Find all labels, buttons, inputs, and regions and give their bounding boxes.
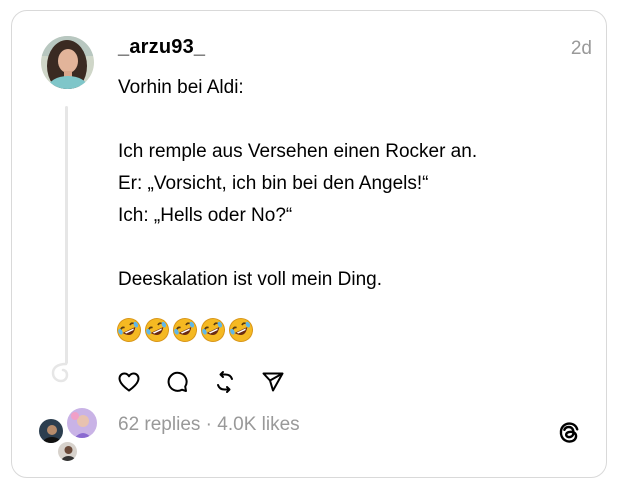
action-bar — [116, 367, 308, 397]
emoji-row — [116, 317, 254, 349]
post-line: Deeskalation ist voll mein Ding. — [118, 269, 383, 290]
thread-loop-icon — [51, 362, 69, 383]
author-username[interactable]: _arzu93_ — [118, 36, 205, 59]
post-timestamp[interactable]: 2d — [571, 38, 592, 60]
post-line: Vorhin bei Aldi: — [118, 77, 244, 98]
send-icon — [262, 372, 284, 392]
thread-line — [65, 106, 68, 364]
post-stats: 62 replies · 4.0K likes — [118, 414, 300, 436]
post-line: Er: „Vorsicht, ich bin bei den Angels!“ — [118, 173, 429, 194]
post-text: Vorhin bei Aldi: Ich remple aus Versehen… — [118, 72, 568, 296]
rofl-emoji-icon — [173, 318, 197, 342]
rofl-emoji-icon — [201, 318, 225, 342]
replies-count[interactable]: 62 replies — [118, 414, 200, 435]
rofl-emoji-icon — [145, 318, 169, 342]
replier-avatar — [38, 418, 64, 444]
rofl-emoji-icon — [117, 318, 141, 342]
repost-icon — [217, 371, 233, 393]
comment-icon — [167, 371, 188, 392]
threads-logo-icon[interactable] — [556, 420, 582, 446]
share-button[interactable] — [260, 369, 286, 395]
rofl-emoji-icon — [229, 318, 253, 342]
repost-button[interactable] — [212, 369, 238, 395]
post-line: Ich: „Hells oder No?“ — [118, 205, 293, 226]
post-line — [118, 104, 568, 136]
stats-separator: · — [200, 414, 218, 435]
replier-avatar — [66, 407, 98, 439]
post-line — [118, 232, 568, 264]
replier-avatar — [57, 441, 78, 462]
post-line: Ich remple aus Versehen einen Rocker an. — [118, 141, 478, 162]
author-avatar[interactable] — [41, 36, 94, 89]
like-button[interactable] — [116, 369, 142, 395]
heart-icon — [118, 372, 140, 392]
likes-count[interactable]: 4.0K likes — [217, 414, 299, 435]
reply-button[interactable] — [164, 369, 190, 395]
